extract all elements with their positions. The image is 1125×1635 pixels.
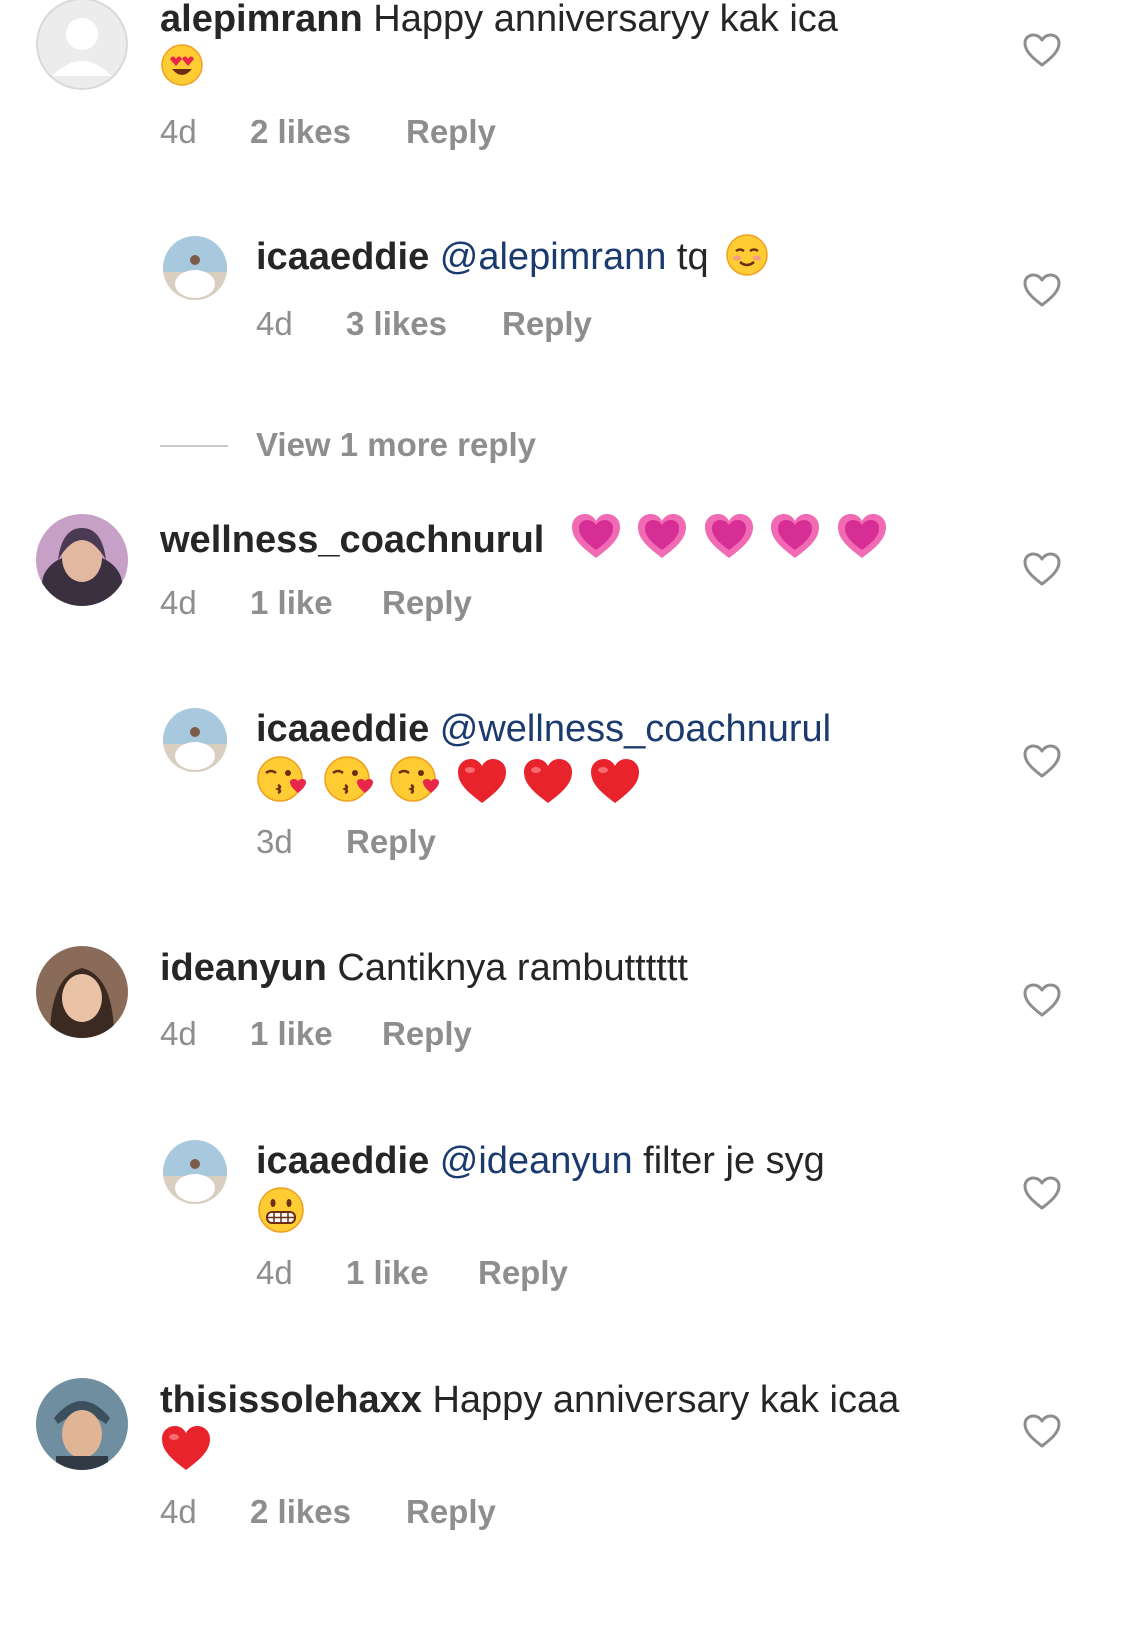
comment-username[interactable]: icaaeddie xyxy=(256,1140,429,1182)
avatar-icaaeddie[interactable] xyxy=(163,1140,227,1204)
reply-button[interactable]: Reply xyxy=(478,1253,568,1293)
comment-body: icaaeddie @ideanyun filter je syg xyxy=(256,1137,946,1239)
comment-time: 4d xyxy=(160,1493,197,1530)
kissing-heart-emoji-icon xyxy=(323,753,375,805)
comment-username[interactable]: ideanyun xyxy=(160,947,327,989)
comment-time: 4d xyxy=(256,1254,293,1291)
heart-outline-icon[interactable] xyxy=(1022,1413,1062,1449)
view-more-replies-button[interactable]: View 1 more reply xyxy=(160,425,580,465)
comment-text: filter je syg xyxy=(643,1140,825,1182)
comment-body: alepimrann Happy anniversaryy kak ica xyxy=(160,0,950,91)
reply-button[interactable]: Reply xyxy=(382,1014,472,1054)
comment-likes[interactable]: 3 likes xyxy=(346,304,447,344)
view-more-label: View 1 more reply xyxy=(256,426,537,463)
reply-button[interactable]: Reply xyxy=(406,1492,496,1532)
comment-username[interactable]: icaaeddie xyxy=(256,236,429,278)
growing-heart-emoji-icon xyxy=(570,512,622,560)
comment-time: 3d xyxy=(256,823,293,860)
comment-body: icaaeddie @wellness_coachnurul xyxy=(256,705,946,809)
kissing-heart-emoji-icon xyxy=(389,753,441,805)
comment-likes[interactable]: 1 like xyxy=(250,1014,333,1054)
heart-outline-icon[interactable] xyxy=(1022,982,1062,1018)
growing-heart-emoji-icon xyxy=(836,512,888,560)
comment-time: 4d xyxy=(256,305,293,342)
heart-eyes-emoji-icon xyxy=(160,43,204,87)
growing-heart-emoji-icon xyxy=(769,512,821,560)
comment-time: 4d xyxy=(160,584,197,621)
avatar-default[interactable] xyxy=(36,0,128,90)
reply-button[interactable]: Reply xyxy=(502,304,592,344)
comment-username[interactable]: wellness_coachnurul xyxy=(160,519,544,561)
mention-link[interactable]: @alepimrann xyxy=(440,236,667,278)
red-heart-emoji-icon xyxy=(589,757,641,805)
comment-likes[interactable]: 2 likes xyxy=(250,1492,351,1532)
comment-body: icaaeddie @alepimrann tq xyxy=(256,233,946,281)
comment-time: 4d xyxy=(160,113,197,150)
comment-likes[interactable]: 2 likes xyxy=(250,112,351,152)
comment-body: thisissolehaxx Happy anniversary kak ica… xyxy=(160,1376,950,1476)
smiling-blush-emoji-icon xyxy=(725,233,769,277)
heart-outline-icon[interactable] xyxy=(1022,551,1062,587)
comment-username[interactable]: icaaeddie xyxy=(256,708,429,750)
reply-button[interactable]: Reply xyxy=(406,112,496,152)
comment-likes[interactable]: 1 like xyxy=(346,1253,429,1293)
comment-username[interactable]: thisissolehaxx xyxy=(160,1379,422,1421)
heart-outline-icon[interactable] xyxy=(1022,743,1062,779)
comment-likes[interactable]: 1 like xyxy=(250,583,333,623)
comment-text: tq xyxy=(676,236,709,278)
reply-button[interactable]: Reply xyxy=(382,583,472,623)
avatar-icaaeddie[interactable] xyxy=(163,708,227,772)
kissing-heart-emoji-icon xyxy=(256,753,308,805)
mention-link[interactable]: @wellness_coachnurul xyxy=(440,708,831,750)
avatar-thisissolehaxx[interactable] xyxy=(36,1378,128,1470)
avatar-icaaeddie[interactable] xyxy=(163,236,227,300)
mention-link[interactable]: @ideanyun xyxy=(440,1140,633,1182)
comment-username[interactable]: alepimrann xyxy=(160,0,363,40)
reply-button[interactable]: Reply xyxy=(346,822,436,862)
heart-outline-icon[interactable] xyxy=(1022,32,1062,68)
heart-outline-icon[interactable] xyxy=(1022,1175,1062,1211)
heart-outline-icon[interactable] xyxy=(1022,272,1062,308)
divider xyxy=(160,445,228,447)
avatar-ideanyun[interactable] xyxy=(36,946,128,1038)
red-heart-emoji-icon xyxy=(160,1424,212,1472)
comment-text: Happy anniversaryy kak ica xyxy=(373,0,838,40)
red-heart-emoji-icon xyxy=(522,757,574,805)
growing-heart-emoji-icon xyxy=(703,512,755,560)
avatar-wellness-coachnurul[interactable] xyxy=(36,514,128,606)
comment-time: 4d xyxy=(160,1015,197,1052)
comment-body: ideanyun Cantiknya rambutttttt xyxy=(160,944,950,992)
comment-text: Cantiknya rambutttttt xyxy=(337,947,688,989)
growing-heart-emoji-icon xyxy=(636,512,688,560)
grimacing-emoji-icon xyxy=(256,1185,306,1235)
comment-text: Happy anniversary kak icaa xyxy=(432,1379,900,1421)
comment-body: wellness_coachnurul xyxy=(160,512,950,564)
red-heart-emoji-icon xyxy=(456,757,508,805)
